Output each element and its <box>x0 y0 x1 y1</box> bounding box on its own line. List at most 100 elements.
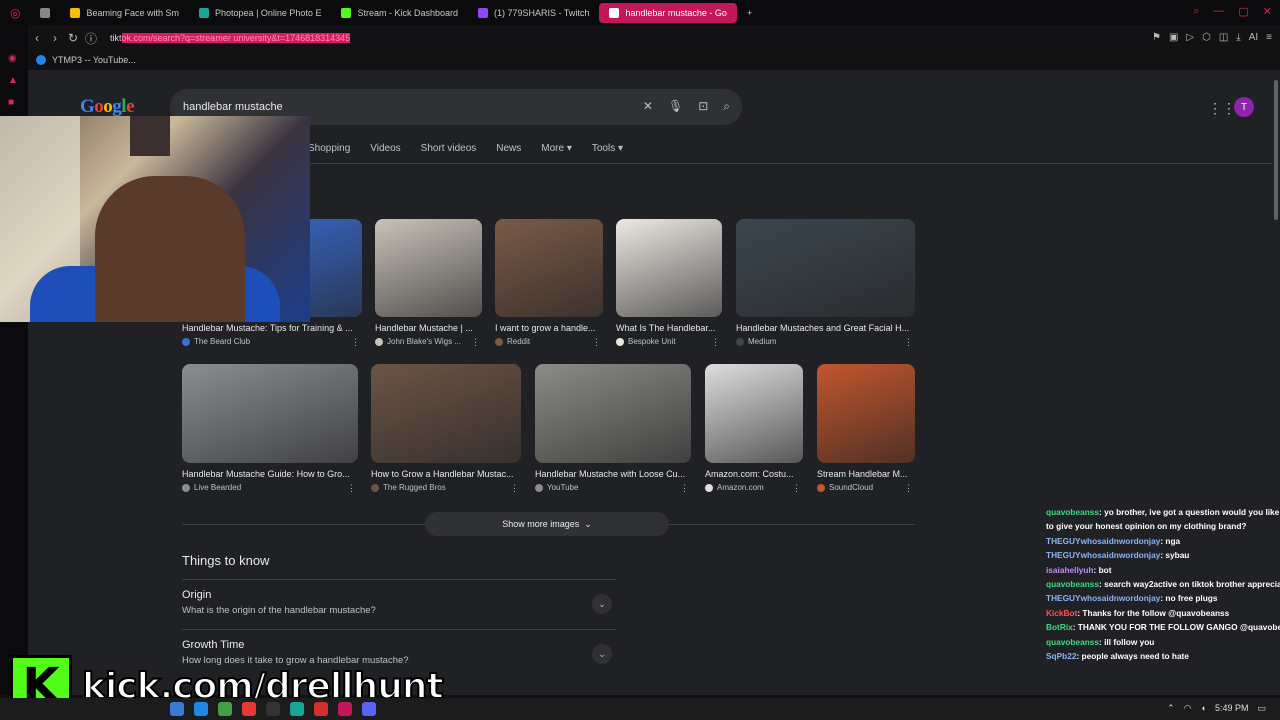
taskbar-app-icon[interactable] <box>266 702 280 716</box>
taskbar-app-icon[interactable] <box>290 702 304 716</box>
browser-tab[interactable]: Stream - Kick Dashboard <box>331 3 468 23</box>
filter-news[interactable]: News <box>496 143 521 154</box>
avatar[interactable]: T <box>1234 97 1254 117</box>
close-icon[interactable]: ✕ <box>1263 5 1272 18</box>
filter-shopping[interactable]: Shopping <box>308 143 350 154</box>
bookmark-item[interactable]: YTMP3 -- YouTube... <box>52 55 136 65</box>
taskbar-app-icon[interactable] <box>362 702 376 716</box>
clear-icon[interactable]: ✕ <box>643 99 653 114</box>
more-options-icon[interactable]: ⋮ <box>347 483 356 494</box>
browser-tab[interactable]: Beaming Face with Sm <box>60 3 189 23</box>
image-source[interactable]: YouTube <box>535 483 578 492</box>
image-caption[interactable]: Amazon.com: Costu... <box>705 469 803 479</box>
google-logo[interactable]: Google <box>80 96 134 118</box>
browser-tab[interactable] <box>30 3 60 23</box>
apps-grid-icon[interactable]: ⋮⋮ <box>1208 100 1236 117</box>
filter-videos[interactable]: Videos <box>370 143 400 154</box>
site-info-icon[interactable]: ⓘ <box>82 30 100 47</box>
search-icon[interactable]: ⌕ <box>1193 5 1199 18</box>
chat-username[interactable]: THEGUYwhosaidnwordonjay <box>1046 593 1160 603</box>
more-options-icon[interactable]: ⋮ <box>510 483 519 494</box>
filter-tools[interactable]: Tools ▾ <box>592 143 623 154</box>
image-caption[interactable]: Handlebar Mustache Guide: How to Gro... <box>182 469 358 479</box>
clock[interactable]: 5:49 PM <box>1215 703 1249 714</box>
image-result[interactable]: Handlebar Mustache with Loose Cu... YouTu… <box>535 364 691 493</box>
volume-icon[interactable]: ◖ <box>1201 703 1206 714</box>
chat-username[interactable]: SqPb22 <box>1046 651 1076 661</box>
menu-icon[interactable]: ≡ <box>1266 32 1272 43</box>
chevron-up-icon[interactable]: ⌃ <box>1167 703 1175 714</box>
back-icon[interactable]: ‹ <box>28 31 46 45</box>
more-options-icon[interactable]: ⋮ <box>904 483 913 494</box>
taskbar-app-icon[interactable] <box>218 702 232 716</box>
more-options-icon[interactable]: ⋮ <box>711 337 720 348</box>
play-icon[interactable]: ▷ <box>1186 32 1194 43</box>
image-source[interactable]: John Blake's Wigs ... <box>375 337 461 346</box>
filter-short-videos[interactable]: Short videos <box>421 143 477 154</box>
browser-tab[interactable]: Photopea | Online Photo E <box>189 3 331 23</box>
more-options-icon[interactable]: ⋮ <box>351 337 360 348</box>
image-source[interactable]: Medium <box>736 337 776 346</box>
image-source[interactable]: Reddit <box>495 337 530 346</box>
lens-icon[interactable]: ⊡ <box>698 99 708 114</box>
url-field[interactable]: tiktok.com/search?q=streamer university&… <box>110 33 351 43</box>
sidebar-icon[interactable]: ▲ <box>8 75 18 86</box>
more-options-icon[interactable]: ⋮ <box>904 337 913 348</box>
result-image[interactable] <box>495 219 603 317</box>
more-options-icon[interactable]: ⋮ <box>680 483 689 494</box>
chevron-down-icon[interactable]: ⌄ <box>592 644 612 664</box>
result-image[interactable] <box>375 219 482 317</box>
image-result[interactable]: Amazon.com: Costu... Amazon.com ⋮ <box>705 364 803 493</box>
chat-username[interactable]: isaiahellyuh <box>1046 565 1094 575</box>
browser-logo-icon[interactable]: ◎ <box>0 6 30 20</box>
image-source[interactable]: Bespoke Unit <box>616 337 676 346</box>
image-source[interactable]: The Beard Club <box>182 337 250 346</box>
image-caption[interactable]: Handlebar Mustaches and Great Facial H..… <box>736 323 915 333</box>
result-image[interactable] <box>817 364 915 463</box>
image-result[interactable]: Stream Handlebar M... SoundCloud ⋮ <box>817 364 915 493</box>
result-image[interactable] <box>616 219 722 317</box>
wifi-icon[interactable]: ◠ <box>1184 703 1192 714</box>
image-caption[interactable]: Stream Handlebar M... <box>817 469 915 479</box>
chat-username[interactable]: quavobeanss <box>1046 637 1099 647</box>
image-source[interactable]: Amazon.com <box>705 483 764 492</box>
chat-username[interactable]: quavobeanss <box>1046 507 1099 517</box>
image-result[interactable]: What Is The Handlebar... Bespoke Unit ⋮ <box>616 219 722 347</box>
wallet-icon[interactable]: ◫ <box>1219 32 1228 43</box>
image-result[interactable]: Handlebar Mustache Guide: How to Gro... L… <box>182 364 358 493</box>
ai-icon[interactable]: AI <box>1249 32 1258 43</box>
image-source[interactable]: Live Bearded <box>182 483 241 492</box>
result-image[interactable] <box>736 219 915 317</box>
bookmark-icon[interactable]: ⚑ <box>1152 32 1161 43</box>
chat-username[interactable]: KickBot <box>1046 608 1077 618</box>
more-options-icon[interactable]: ⋮ <box>592 337 601 348</box>
image-result[interactable]: Handlebar Mustache | ... John Blake's Wig… <box>375 219 482 347</box>
sidebar-icon[interactable]: ■ <box>8 97 14 108</box>
image-caption[interactable]: How to Grow a Handlebar Mustac... <box>371 469 521 479</box>
reload-icon[interactable]: ↻ <box>64 31 82 45</box>
new-tab-button[interactable]: + <box>737 3 762 23</box>
image-caption[interactable]: What Is The Handlebar... <box>616 323 722 333</box>
forward-icon[interactable]: › <box>46 31 64 45</box>
image-result[interactable]: How to Grow a Handlebar Mustac... The Rug… <box>371 364 521 493</box>
search-icon[interactable]: ⌕ <box>723 99 730 114</box>
chat-username[interactable]: THEGUYwhosaidnwordonjay <box>1046 536 1160 546</box>
image-caption[interactable]: Handlebar Mustache: Tips for Training & … <box>182 323 362 333</box>
result-image[interactable] <box>182 364 358 463</box>
chat-username[interactable]: THEGUYwhosaidnwordonjay <box>1046 550 1160 560</box>
download-icon[interactable]: ⤓ <box>1236 32 1240 43</box>
screenshot-icon[interactable]: ▣ <box>1169 32 1178 43</box>
image-caption[interactable]: Handlebar Mustache | ... <box>375 323 482 333</box>
taskbar-app-icon[interactable] <box>170 702 184 716</box>
sidebar-icon[interactable]: ◉ <box>8 53 17 64</box>
more-options-icon[interactable]: ⋮ <box>792 483 801 494</box>
taskbar-app-icon[interactable] <box>314 702 328 716</box>
show-more-images-button[interactable]: Show more images ⌄ <box>425 512 669 536</box>
maximize-icon[interactable]: ▢ <box>1238 5 1248 18</box>
voice-search-icon[interactable]: 🎙 <box>668 99 683 114</box>
chevron-down-icon[interactable]: ⌄ <box>592 594 612 614</box>
extensions-icon[interactable]: ⬡ <box>1202 32 1211 43</box>
chat-username[interactable]: quavobeanss <box>1046 579 1099 589</box>
taskbar-app-icon[interactable] <box>242 702 256 716</box>
result-image[interactable] <box>371 364 521 463</box>
